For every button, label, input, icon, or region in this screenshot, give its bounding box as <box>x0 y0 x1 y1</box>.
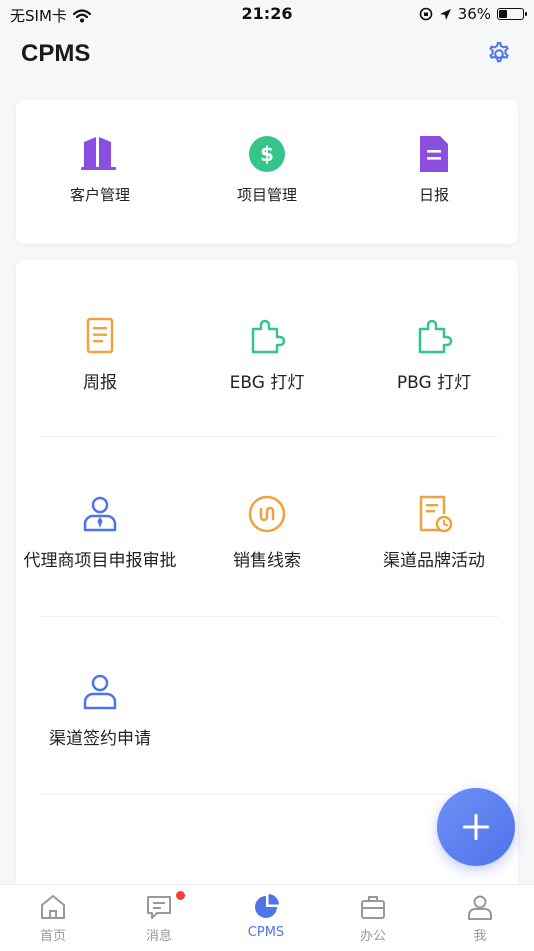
tab-cpms[interactable]: CPMS <box>213 893 319 940</box>
report-icon <box>86 317 114 354</box>
clue-icon <box>248 495 286 533</box>
tab-me-label: 我 <box>473 929 487 944</box>
rotation-lock-icon <box>419 7 432 21</box>
tab-home-label: 首页 <box>39 929 66 944</box>
pbg-light-item[interactable]: PBG 打灯 <box>350 316 518 393</box>
tab-home[interactable]: 首页 <box>0 893 106 944</box>
message-icon <box>147 896 171 919</box>
tab-me[interactable]: 我 <box>427 893 533 944</box>
project-management-label: 项目管理 <box>236 186 297 204</box>
daily-report-label: 日报 <box>418 186 449 204</box>
document-icon <box>420 136 448 172</box>
channel-brand-activity-label: 渠道品牌活动 <box>383 551 485 571</box>
header: CPMS <box>0 32 534 82</box>
activity-icon <box>419 495 453 533</box>
app-grid-card: 周报 EBG 打灯 PBG 打灯 代理商项目申报审批 销售线索 渠道品牌活动 渠… <box>16 260 518 900</box>
battery-percent: 36% <box>457 5 491 23</box>
sales-leads-label: 销售线索 <box>233 551 301 571</box>
pbg-light-label: PBG 打灯 <box>396 373 472 393</box>
plus-icon <box>463 814 489 840</box>
tab-cpms-label: CPMS <box>247 925 285 940</box>
weekly-report-item[interactable]: 周报 <box>16 316 184 393</box>
agent-icon <box>83 496 117 532</box>
settings-gear-icon[interactable] <box>485 40 513 68</box>
tab-office[interactable]: 办公 <box>320 893 426 944</box>
weekly-report-label: 周报 <box>83 373 117 393</box>
ebg-light-item[interactable]: EBG 打灯 <box>183 316 351 393</box>
battery-icon <box>497 8 527 20</box>
puzzle-icon <box>418 319 453 354</box>
home-icon <box>41 895 65 919</box>
puzzle-icon <box>251 319 286 354</box>
agent-project-approval-item[interactable]: 代理商项目申报审批 <box>16 494 184 571</box>
customer-management-item[interactable]: 客户管理 <box>16 134 184 205</box>
page-title: CPMS <box>21 40 91 67</box>
add-button[interactable] <box>437 788 515 866</box>
bottom-tab-bar: 首页 消息 CPMS 办公 我 <box>0 884 534 951</box>
user-icon <box>83 674 117 710</box>
project-management-item[interactable]: $ 项目管理 <box>183 134 351 205</box>
dollar-icon: $ <box>249 136 285 172</box>
sales-leads-item[interactable]: 销售线索 <box>183 494 351 571</box>
unread-badge <box>176 891 185 900</box>
quick-access-card: 客户管理 $ 项目管理 日报 <box>16 100 518 244</box>
row-divider <box>40 616 498 617</box>
channel-signing-item[interactable]: 渠道签约申请 <box>16 672 184 749</box>
profile-icon <box>468 895 492 920</box>
tab-office-label: 办公 <box>359 929 386 944</box>
customer-management-label: 客户管理 <box>69 186 130 204</box>
tab-messages-label: 消息 <box>145 929 172 944</box>
briefcase-icon <box>361 896 385 919</box>
ebg-light-label: EBG 打灯 <box>229 373 305 393</box>
location-icon <box>439 8 451 20</box>
tab-messages[interactable]: 消息 <box>106 891 212 944</box>
channel-signing-label: 渠道签约申请 <box>49 729 151 749</box>
row-divider <box>40 436 498 437</box>
agent-project-approval-label: 代理商项目申报审批 <box>23 551 177 571</box>
daily-report-item[interactable]: 日报 <box>350 134 518 205</box>
status-right: 36% <box>419 5 527 23</box>
status-bar: 无SIM卡 21:26 36% <box>0 0 534 30</box>
building-icon <box>81 137 116 170</box>
row-divider <box>40 794 498 795</box>
channel-brand-activity-item[interactable]: 渠道品牌活动 <box>350 494 518 571</box>
pie-chart-icon <box>255 894 279 918</box>
svg-text:$: $ <box>260 142 274 166</box>
